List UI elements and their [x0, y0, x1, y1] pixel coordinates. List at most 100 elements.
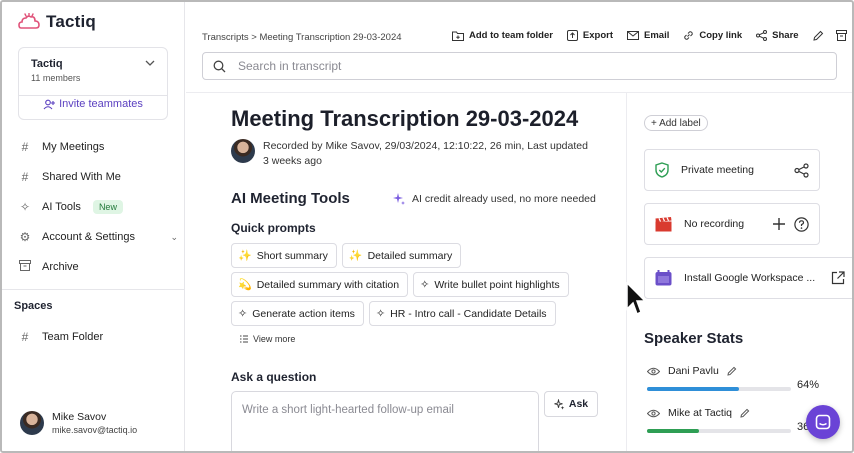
prompt-bullet-highlights[interactable]: ✧ Write bullet point highlights [413, 272, 569, 297]
speaker-stat-row: Dani Pavlu 64% [647, 365, 827, 391]
team-switcher[interactable]: Tactiq 11 members Invite teammates [18, 47, 168, 120]
sidebar-item-shared-with-me[interactable]: # Shared With Me [18, 162, 178, 192]
email-button[interactable]: Email [627, 30, 669, 41]
share-button[interactable]: Share [756, 30, 799, 41]
sidebar-item-archive[interactable]: Archive [18, 252, 178, 282]
ai-credit-note: AI credit already used, no more needed [392, 192, 596, 206]
sparkle-icon: ✧ [375, 308, 386, 320]
prompt-label: Short summary [256, 249, 328, 262]
breadcrumb[interactable]: Transcripts > Meeting Transcription 29-0… [202, 32, 402, 43]
private-meeting-card[interactable]: Private meeting [644, 149, 820, 191]
new-badge: New [92, 200, 123, 214]
export-button[interactable]: Export [566, 30, 614, 41]
no-recording-label: No recording [684, 218, 745, 230]
edit-icon[interactable] [740, 408, 750, 418]
chat-support-button[interactable] [806, 405, 840, 439]
chevron-down-icon[interactable] [145, 58, 155, 68]
hash-icon: # [21, 170, 29, 184]
user-name: Mike Savov [52, 411, 107, 423]
private-meeting-label: Private meeting [681, 164, 754, 176]
ask-question-field[interactable] [231, 391, 539, 451]
prompt-action-items[interactable]: ✧ Generate action items [231, 301, 364, 326]
sparkle-icon: ✧ [420, 279, 430, 291]
sidebar: Tactiq Tactiq 11 members Invite teammate… [2, 2, 185, 451]
chat-icon [815, 414, 831, 430]
ask-question-input[interactable] [242, 404, 528, 416]
meeting-recorded-info: Recorded by Mike Savov, 29/03/2024, 12:1… [263, 140, 588, 152]
eye-icon[interactable] [647, 409, 660, 418]
sidebar-item-label: AI Tools [42, 201, 81, 213]
edit-icon[interactable] [812, 30, 824, 41]
invite-label: Invite teammates [59, 98, 143, 110]
share-icon[interactable] [794, 162, 809, 178]
sidebar-item-ai-tools[interactable]: ✧ AI Tools New [18, 192, 178, 222]
sidebar-item-label: Team Folder [42, 331, 104, 343]
external-link-icon[interactable] [831, 271, 845, 285]
email-label: Email [644, 30, 670, 41]
sparkle-icon: ✧ [238, 308, 248, 320]
speaker-share-fill [647, 387, 740, 391]
invite-teammates-button[interactable]: Invite teammates [19, 98, 167, 110]
hash-icon: # [21, 330, 29, 344]
export-icon [566, 30, 578, 41]
user-profile[interactable]: Mike Savov mike.savov@tactiq.io [20, 411, 137, 435]
ask-question-heading: Ask a question [231, 370, 317, 384]
divider [19, 95, 167, 96]
export-label: Export [582, 30, 614, 41]
speaker-name: Mike at Tactiq [668, 407, 732, 419]
list-icon [240, 335, 248, 343]
sparkles-icon: ✨ [348, 250, 363, 262]
share-icon [756, 30, 768, 41]
plus-icon[interactable] [772, 217, 786, 231]
speaker-share-bar [647, 429, 791, 433]
logo[interactable]: Tactiq [18, 12, 96, 32]
prompt-hr-intro-call[interactable]: ✧ HR - Intro call - Candidate Details [368, 301, 556, 326]
add-label-button[interactable]: + Add label [644, 115, 708, 131]
sparkles-icon: ✧ [19, 200, 31, 214]
eye-icon[interactable] [647, 367, 660, 376]
sparkles-icon: ✨ [238, 250, 252, 262]
archive-icon[interactable] [835, 30, 847, 41]
avatar [231, 139, 255, 163]
calendar-app-icon [655, 270, 672, 286]
sidebar-item-account-settings[interactable]: ⚙ Account & Settings ⌄ [18, 222, 178, 252]
edit-icon[interactable] [727, 366, 737, 376]
folder-plus-icon [452, 31, 464, 41]
speaker-stats-heading: Speaker Stats [644, 330, 744, 347]
brand-name: Tactiq [46, 12, 97, 31]
copy-link-button[interactable]: Copy link [683, 30, 742, 41]
avatar [20, 411, 44, 435]
mail-icon [627, 31, 640, 40]
install-google-workspace-label: Install Google Workspace ... [684, 272, 816, 284]
tactiq-logo-icon [18, 13, 40, 29]
search-icon [213, 60, 226, 72]
chevron-down-icon[interactable]: ⌄ [170, 232, 178, 243]
clapperboard-icon [655, 216, 672, 231]
install-google-workspace-card[interactable]: Install Google Workspace ... [644, 257, 852, 299]
prompt-short-summary[interactable]: ✨ Short summary [231, 243, 337, 268]
share-label: Share [772, 30, 799, 41]
toolbar-icons [812, 30, 847, 41]
no-recording-card[interactable]: No recording [644, 203, 820, 245]
view-more-label: View more [253, 334, 296, 344]
user-email: mike.savov@tactiq.io [52, 425, 138, 435]
prompt-label: Write bullet point highlights [434, 278, 560, 291]
speaker-name: Dani Pavlu [668, 365, 719, 377]
sidebar-item-team-folder[interactable]: # Team Folder [18, 322, 103, 352]
add-to-team-folder-button[interactable]: Add to team folder [452, 30, 553, 41]
sidebar-item-my-meetings[interactable]: # My Meetings [18, 132, 178, 162]
quick-prompts: ✨ Short summary ✨ Detailed summary 💫 Det… [231, 243, 611, 330]
view-more-button[interactable]: View more [240, 334, 295, 344]
transcript-search[interactable] [202, 52, 837, 80]
add-user-icon [43, 99, 56, 109]
prompt-detailed-summary[interactable]: ✨ Detailed summary [341, 243, 462, 268]
speaker-share-fill [647, 429, 699, 433]
search-input[interactable] [238, 59, 798, 73]
prompt-detailed-summary-citation[interactable]: 💫 Detailed summary with citation [231, 272, 409, 297]
prompt-label: HR - Intro call - Candidate Details [390, 307, 547, 320]
help-circle-icon[interactable] [794, 216, 809, 232]
toolbar: Add to team folder Export Email Copy lin… [452, 30, 847, 41]
hash-icon: # [21, 140, 29, 154]
prompt-label: Detailed summary with citation [256, 278, 400, 291]
ask-button[interactable]: Ask [544, 391, 598, 417]
